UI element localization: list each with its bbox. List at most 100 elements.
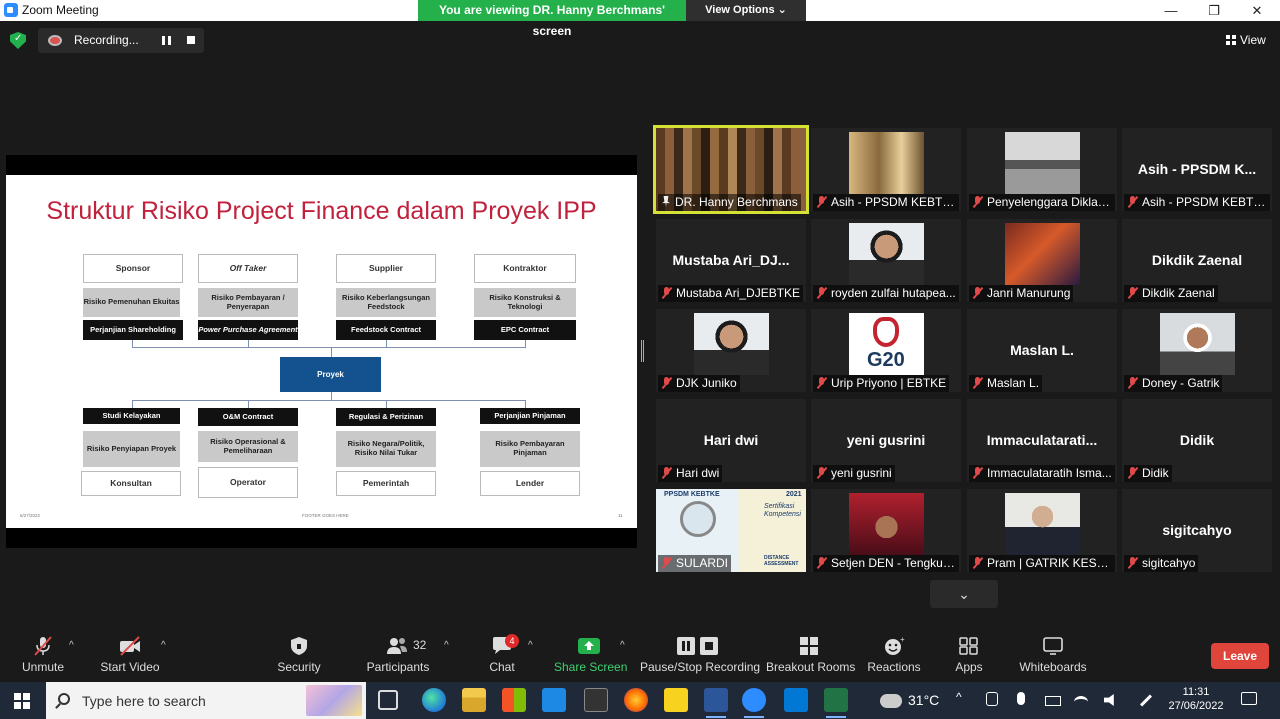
connector bbox=[525, 400, 526, 408]
participant-tile[interactable]: yeni gusrini yeni gusrini bbox=[811, 399, 961, 482]
wifi-icon[interactable] bbox=[1074, 696, 1088, 708]
participant-name: Asih - PPSDM KEBTKE bbox=[831, 195, 959, 209]
sponsor-contract: Perjanjian Shareholding bbox=[83, 320, 183, 340]
whiteboards-button[interactable]: Whiteboards bbox=[1016, 628, 1090, 682]
participant-tile[interactable]: royden zulfai hutapea... bbox=[811, 219, 961, 302]
participant-tile[interactable]: Asih - PPSDM KEBTKE bbox=[811, 128, 961, 211]
breakout-rooms-button[interactable]: Breakout Rooms bbox=[766, 628, 856, 682]
participant-tile[interactable]: Janri Manurung bbox=[967, 219, 1117, 302]
slide-number: 11 bbox=[618, 513, 623, 518]
video-off-icon bbox=[120, 636, 140, 656]
zoom-taskbar-icon[interactable] bbox=[742, 688, 766, 718]
apps-button[interactable]: Apps bbox=[948, 628, 990, 682]
breakout-rooms-label: Breakout Rooms bbox=[766, 660, 856, 674]
participant-tile[interactable]: Didik Didik bbox=[1122, 399, 1272, 482]
participant-name: Penyelenggara Diklat ... bbox=[987, 195, 1115, 209]
participant-nameplate: royden zulfai hutapea... bbox=[813, 285, 959, 302]
participant-nameplate: Immaculataratih Isma... bbox=[969, 465, 1115, 482]
unmute-button[interactable]: Unmute bbox=[16, 628, 70, 682]
muted-mic-icon bbox=[972, 467, 983, 479]
participant-tile[interactable]: PPSDM KEBTKE 2021 Sertifikasi Kompetensi DI… bbox=[656, 489, 806, 572]
share-screen-button[interactable]: Share Screen bbox=[554, 628, 627, 682]
participant-display-name: Hari dwi bbox=[703, 432, 759, 448]
participant-tile[interactable]: Penyelenggara Diklat ... bbox=[967, 128, 1117, 211]
participant-video bbox=[849, 493, 924, 555]
participant-tile[interactable]: Immaculatarati... Immaculataratih Isma... bbox=[967, 399, 1117, 482]
participant-tile[interactable]: G20 Urip Priyono | EBTKE bbox=[811, 309, 961, 392]
participant-tile[interactable]: Mustaba Ari_DJ... Mustaba Ari_DJEBTKE bbox=[656, 219, 806, 302]
task-view-icon[interactable] bbox=[378, 690, 398, 710]
participant-nameplate: Didik bbox=[1124, 465, 1172, 482]
pause-stop-recording-button[interactable]: Pause/Stop Recording bbox=[640, 628, 760, 682]
windows-start-icon[interactable] bbox=[14, 693, 30, 709]
firefox-icon[interactable] bbox=[624, 688, 648, 712]
word-icon[interactable] bbox=[704, 688, 728, 718]
chat-options-caret[interactable]: ^ bbox=[528, 640, 533, 651]
share-options-caret[interactable]: ^ bbox=[620, 640, 625, 651]
konsultan-box: Konsultan bbox=[81, 471, 181, 496]
pause-recording-button[interactable] bbox=[162, 36, 171, 45]
participants-button[interactable]: Participants bbox=[364, 628, 432, 682]
participant-display-name: Immaculatarati... bbox=[986, 432, 1098, 448]
whiteboard-icon bbox=[1043, 637, 1063, 655]
edge-browser-icon[interactable] bbox=[422, 688, 446, 712]
shared-slide: Struktur Risiko Project Finance dalam Pr… bbox=[6, 175, 637, 528]
participants-options-caret[interactable]: ^ bbox=[444, 640, 449, 651]
participant-tile[interactable]: Dikdik Zaenal Dikdik Zaenal bbox=[1122, 219, 1272, 302]
participant-tile[interactable]: Maslan L. Maslan L. bbox=[967, 309, 1117, 392]
close-button[interactable]: ✕ bbox=[1237, 0, 1277, 21]
mail-icon[interactable] bbox=[542, 688, 566, 712]
participant-tile[interactable]: Hari dwi Hari dwi bbox=[656, 399, 806, 482]
view-options-button[interactable]: View Options ⌄ bbox=[686, 0, 806, 21]
excel-icon[interactable] bbox=[824, 688, 848, 718]
sticky-notes-icon[interactable] bbox=[664, 688, 688, 712]
temperature-label[interactable]: 31°C bbox=[908, 692, 939, 708]
recording-indicator: Recording... bbox=[38, 28, 204, 53]
participant-tile[interactable]: sigitcahyo sigitcahyo bbox=[1122, 489, 1272, 572]
minimize-button[interactable]: — bbox=[1151, 0, 1191, 21]
reactions-button[interactable]: + Reactions bbox=[866, 628, 922, 682]
microphone-tray-icon[interactable] bbox=[1017, 692, 1025, 705]
gallery-next-page-button[interactable]: ⌄ bbox=[930, 580, 998, 608]
tray-overflow-icon[interactable]: ^ bbox=[956, 690, 962, 704]
muted-mic-icon bbox=[1127, 287, 1138, 299]
encryption-shield-icon[interactable] bbox=[10, 32, 26, 49]
security-button[interactable]: Security bbox=[274, 628, 324, 682]
search-placeholder: Type here to search bbox=[82, 693, 206, 709]
notification-icon[interactable] bbox=[1241, 692, 1257, 705]
chat-unread-badge: 4 bbox=[505, 634, 519, 648]
participant-tile[interactable]: Pram | GATRIK KESDM bbox=[967, 489, 1117, 572]
studi-risk: Risiko Penyiapan Proyek bbox=[83, 431, 180, 467]
stop-recording-button[interactable] bbox=[187, 36, 195, 44]
participant-video: G20 bbox=[849, 313, 924, 375]
participant-tile[interactable]: DR. Hanny Berchmans bbox=[653, 125, 809, 214]
muted-mic-icon bbox=[816, 557, 827, 569]
window-title: Zoom Meeting bbox=[22, 3, 99, 17]
taskbar-search-box[interactable]: Type here to search bbox=[46, 682, 366, 719]
participant-tile[interactable]: Doney - Gatrik bbox=[1122, 309, 1272, 392]
participant-tile[interactable]: DJK Juniko bbox=[656, 309, 806, 392]
audio-options-caret[interactable]: ^ bbox=[69, 640, 74, 651]
file-explorer-icon[interactable] bbox=[462, 688, 486, 712]
video-options-caret[interactable]: ^ bbox=[161, 640, 166, 651]
pinjaman-risk: Risiko Pembayaran Pinjaman bbox=[480, 431, 580, 467]
connector bbox=[386, 400, 387, 408]
participant-name: Setjen DEN - Tengku ... bbox=[831, 556, 957, 570]
participant-name: Janri Manurung bbox=[987, 286, 1071, 300]
start-video-button[interactable]: Start Video bbox=[98, 628, 162, 682]
battery-icon[interactable] bbox=[1045, 696, 1061, 706]
view-layout-button[interactable]: View bbox=[1226, 33, 1266, 47]
participant-tile[interactable]: Asih - PPSDM K... Asih - PPSDM KEBTKE bbox=[1122, 128, 1272, 211]
participant-nameplate: Doney - Gatrik bbox=[1124, 375, 1223, 392]
app-icon[interactable] bbox=[584, 688, 608, 712]
photos-icon[interactable] bbox=[784, 688, 808, 712]
maximize-button[interactable]: ❐ bbox=[1194, 0, 1234, 21]
split-resize-handle[interactable] bbox=[641, 340, 644, 362]
participant-tile[interactable]: Setjen DEN - Tengku ... bbox=[811, 489, 961, 572]
meet-now-icon[interactable] bbox=[986, 692, 998, 706]
taskbar-clock[interactable]: 11:31 27/06/2022 bbox=[1168, 685, 1224, 713]
leave-button[interactable]: Leave bbox=[1211, 643, 1269, 669]
microsoft-store-icon[interactable] bbox=[502, 688, 526, 712]
weather-cloud-icon[interactable] bbox=[880, 694, 902, 708]
participant-name: Didik bbox=[1142, 466, 1169, 480]
